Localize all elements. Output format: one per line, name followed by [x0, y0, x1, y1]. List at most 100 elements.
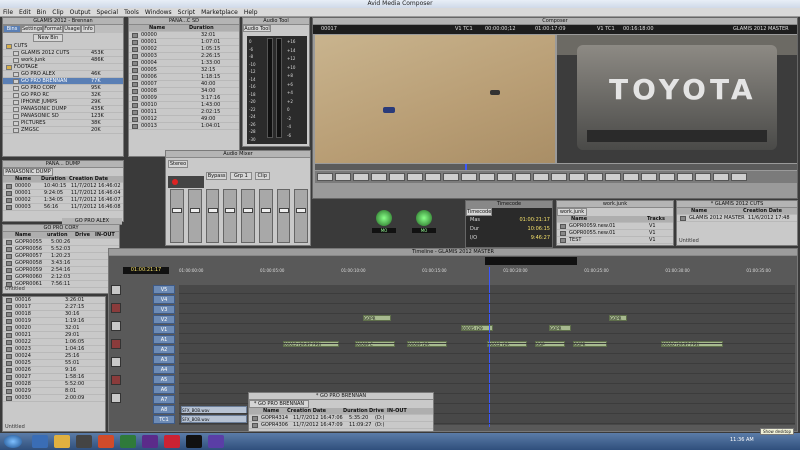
track-lane[interactable] — [179, 295, 795, 304]
track-header-a8[interactable]: A8 — [153, 405, 175, 414]
clip-row[interactable]: 00000 10:40:15 11/7/2012 16:46:02 — [3, 183, 123, 190]
clip-row[interactable]: 00017 2:27:15 — [3, 304, 105, 311]
col-creation[interactable]: Creation Date — [743, 208, 795, 214]
menu-tools[interactable]: Tools — [121, 8, 142, 16]
clip-row[interactable]: 00018 30:16 — [3, 311, 105, 318]
clip-row[interactable]: 00001 1:07:01 — [129, 39, 239, 46]
menu-output[interactable]: Output — [67, 8, 94, 16]
mixer-stereo-button[interactable]: Stereo — [168, 160, 188, 168]
step-back-icon[interactable] — [587, 173, 603, 181]
timecode-row[interactable]: Dur 10:06:15 — [466, 225, 552, 234]
tab-bins[interactable]: Bins — [3, 25, 21, 33]
clip-row[interactable]: 00010 1:43:00 — [129, 102, 239, 109]
col-name[interactable]: Name — [249, 408, 287, 414]
project-folder[interactable]: FOOTAGE — [3, 64, 123, 71]
pan-knob-1[interactable]: MO — [372, 210, 396, 238]
match-frame-icon[interactable] — [515, 173, 531, 181]
lift-icon[interactable] — [111, 285, 121, 295]
avid-icon[interactable] — [208, 435, 224, 448]
menu-edit[interactable]: Edit — [16, 8, 34, 16]
clip-row[interactable]: 00000 32:01 — [129, 32, 239, 39]
app-icon[interactable] — [98, 435, 114, 448]
clip-row[interactable]: GOPR0060 2:12:03 — [3, 274, 119, 281]
track-header-a1[interactable]: A1 — [153, 335, 175, 344]
bin-view-name[interactable]: Untitled — [5, 424, 25, 430]
bin-view-name[interactable]: Untitled — [5, 286, 25, 292]
clip-row[interactable]: GOPR0055 5:00:26 — [3, 239, 119, 246]
track-header-a3[interactable]: A3 — [153, 355, 175, 364]
zoom-icon[interactable] — [111, 393, 121, 403]
position-bar[interactable] — [315, 164, 797, 170]
go-pro-alex-title[interactable]: GO PRO ALEX — [62, 218, 122, 225]
clip-row[interactable]: 00009 3:17:16 — [129, 95, 239, 102]
record-icon[interactable] — [172, 179, 178, 185]
menu-marketplace[interactable]: Marketplace — [198, 8, 241, 16]
clip-row[interactable]: 00024 25:16 — [3, 353, 105, 360]
clip-row[interactable]: 00029 8:01 — [3, 388, 105, 395]
fader-knob[interactable] — [207, 208, 218, 213]
go-to-out-icon[interactable] — [425, 173, 441, 181]
col-name[interactable]: Name — [3, 232, 47, 238]
bin-tab[interactable]: * GO PRO BRENNAN — [249, 400, 309, 408]
play-icon[interactable] — [389, 173, 405, 181]
sequence-row[interactable]: GOPR0059.new.01 V1 — [557, 223, 673, 230]
clip-row[interactable]: 00011 2:02:15 — [129, 109, 239, 116]
col-tracks[interactable]: Tracks — [647, 216, 671, 222]
col-name[interactable]: Name — [677, 208, 743, 214]
mark-out-icon[interactable] — [335, 173, 351, 181]
track-lane[interactable] — [179, 325, 795, 334]
tab-info[interactable]: Info — [81, 25, 95, 33]
fader-knob[interactable] — [172, 208, 182, 213]
track-header-a5[interactable]: A5 — [153, 375, 175, 384]
go-to-out-icon[interactable] — [641, 173, 657, 181]
sequence-row[interactable]: GLAMIS 2012 MASTER 11/6/2012 17:48 — [677, 215, 797, 222]
col-drive[interactable]: Drive — [75, 232, 95, 238]
tab-usage[interactable]: Usage — [63, 25, 81, 33]
track-header-a6[interactable]: A6 — [153, 385, 175, 394]
project-bin-item[interactable]: PICTURES 38K — [3, 120, 123, 127]
go-to-in-icon[interactable] — [353, 173, 369, 181]
clip-row[interactable]: 00012 49:00 — [129, 116, 239, 123]
clip-row[interactable]: 00028 5:52:00 — [3, 381, 105, 388]
overwrite-icon[interactable] — [461, 173, 477, 181]
col-creation[interactable]: Creation Date — [69, 176, 123, 182]
timecode-row[interactable]: I/O 9:46:27 — [466, 234, 552, 243]
clip-row[interactable]: 00016 3:26:01 — [3, 297, 105, 304]
splice-icon[interactable] — [111, 357, 121, 367]
pan-knob-2[interactable]: MO — [412, 210, 436, 238]
bin-tab[interactable]: PANASONIC DUMP — [3, 168, 53, 176]
extract-icon[interactable] — [713, 173, 729, 181]
clip-row[interactable]: 00019 1:19:16 — [3, 318, 105, 325]
track-header-v2[interactable]: V2 — [153, 315, 175, 324]
menu-file[interactable]: File — [0, 8, 16, 16]
extract-icon[interactable] — [497, 173, 513, 181]
project-bin-item[interactable]: work.junk 486K — [3, 57, 123, 64]
source-monitor[interactable] — [315, 35, 555, 163]
clip-row[interactable]: 00020 32:01 — [3, 325, 105, 332]
clip-row[interactable]: GOPR0057 1:20:23 — [3, 253, 119, 260]
chrome-icon[interactable] — [164, 435, 180, 448]
step-back-icon[interactable] — [371, 173, 387, 181]
col-creation[interactable]: Creation Date — [287, 408, 343, 414]
clip-row[interactable]: 00002 1:05:15 — [129, 46, 239, 53]
go-to-in-icon[interactable] — [569, 173, 585, 181]
clip-row[interactable]: 00008 34:00 — [129, 88, 239, 95]
clip-row[interactable]: 00025 55:01 — [3, 360, 105, 367]
track-lane[interactable] — [179, 345, 795, 354]
project-folder[interactable]: CUTS — [3, 43, 123, 50]
clip-row[interactable]: GOPR0056 5:52:03 — [3, 246, 119, 253]
clock[interactable]: 11:36 AM — [730, 437, 754, 443]
menu-special[interactable]: Special — [93, 8, 121, 16]
track-header-a2[interactable]: A2 — [153, 345, 175, 354]
lift-icon[interactable] — [695, 173, 711, 181]
clip-row[interactable]: GOPR4314 11/7/2012 16:47:06 5:35:20 (D:) — [249, 415, 433, 422]
tab-settings[interactable]: Settings — [21, 25, 43, 33]
menu-clip[interactable]: Clip — [49, 8, 66, 16]
track-lane[interactable] — [179, 335, 795, 344]
clip-row[interactable]: 00022 1:06:05 — [3, 339, 105, 346]
clip-row[interactable]: 00023 1:04:16 — [3, 346, 105, 353]
explorer-icon[interactable] — [54, 435, 70, 448]
overwrite-icon[interactable] — [677, 173, 693, 181]
timeline-ruler[interactable]: 01:00:00:00 01:00:05:00 01:00:10:00 01:00:1… — [179, 268, 795, 275]
clip-row[interactable]: GOPR4306 11/7/2012 16:47:09 11:09:27 (D:) — [249, 422, 433, 429]
